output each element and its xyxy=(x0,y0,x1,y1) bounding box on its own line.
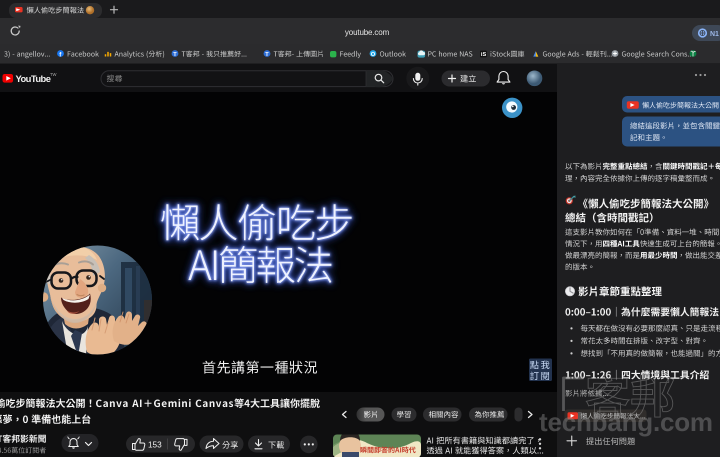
svg-text:iS: iS xyxy=(481,52,487,58)
svg-text:O: O xyxy=(371,52,376,58)
svg-text:techbang.com: techbang.com xyxy=(539,407,713,437)
svg-text:youtube.com: youtube.com xyxy=(345,28,390,37)
svg-text:TW: TW xyxy=(50,72,57,77)
svg-text:T: T xyxy=(265,52,269,58)
svg-text:T: T xyxy=(173,52,177,58)
svg-text:N1: N1 xyxy=(710,31,719,38)
svg-text:YouTube: YouTube xyxy=(16,73,51,84)
svg-text:153: 153 xyxy=(148,441,162,450)
